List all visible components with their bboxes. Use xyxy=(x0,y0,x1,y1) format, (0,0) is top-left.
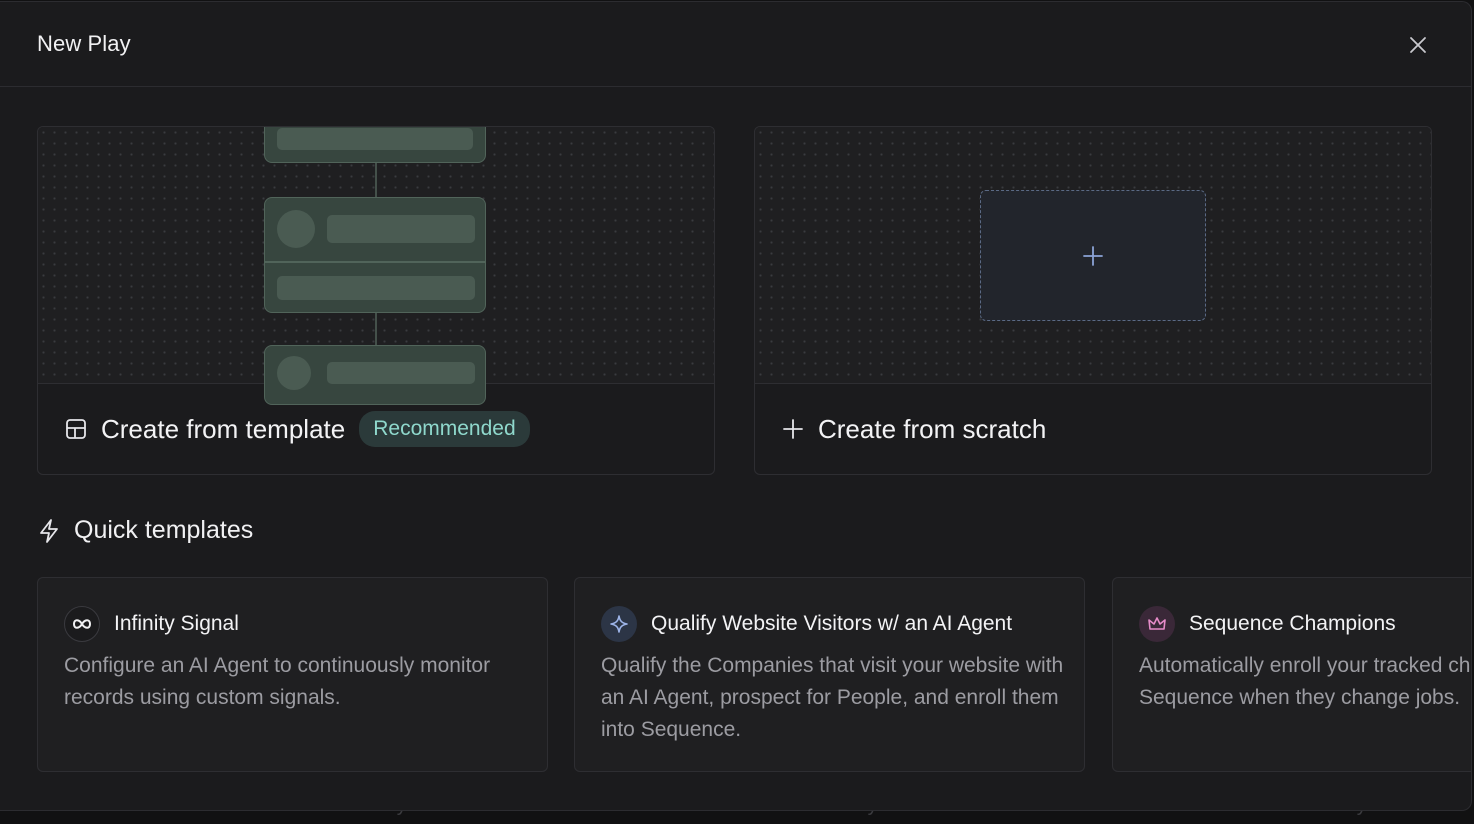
new-play-modal: New Play Create from template Recommende… xyxy=(0,1,1472,811)
infinity-icon xyxy=(64,606,100,642)
scratch-preview xyxy=(755,127,1431,384)
template-description: Automatically enroll your tracked champi… xyxy=(1139,654,1471,709)
template-card-qualify-visitors[interactable]: Qualify Website Visitors w/ an AI Agent … xyxy=(574,577,1085,772)
template-card-infinity-signal[interactable]: Infinity Signal Configure an AI Agent to… xyxy=(37,577,548,772)
template-description: Qualify the Companies that visit your we… xyxy=(601,654,1064,741)
template-title: Infinity Signal xyxy=(114,612,239,635)
close-icon xyxy=(1410,37,1426,53)
quick-templates-heading: Quick templates xyxy=(38,516,253,545)
scratch-card-footer: Create from scratch xyxy=(755,384,1431,474)
recommended-badge: Recommended xyxy=(359,411,530,447)
create-from-template-card[interactable]: Create from template Recommended xyxy=(37,126,715,475)
sparkle-icon xyxy=(601,606,637,642)
create-from-template-label: Create from template xyxy=(101,413,346,444)
template-description: Configure an AI Agent to continuously mo… xyxy=(64,654,491,709)
create-from-scratch-card[interactable]: Create from scratch xyxy=(754,126,1432,475)
create-from-scratch-label: Create from scratch xyxy=(818,413,1047,444)
empty-canvas-box xyxy=(980,190,1206,321)
modal-title: New Play xyxy=(37,31,131,56)
template-card-footer: Create from template Recommended xyxy=(38,384,714,474)
lightning-icon xyxy=(40,518,58,543)
template-title: Qualify Website Visitors w/ an AI Agent xyxy=(651,612,1013,635)
crown-icon xyxy=(1139,606,1175,642)
template-preview xyxy=(38,127,714,405)
template-title: Sequence Champions xyxy=(1189,612,1396,635)
preview-node-top xyxy=(264,127,486,163)
plus-icon xyxy=(783,419,803,439)
quick-templates-title: Quick templates xyxy=(74,516,254,544)
modal-header: New Play xyxy=(0,2,1471,87)
plus-icon xyxy=(1083,245,1103,266)
connector-line xyxy=(375,311,377,347)
template-card-sequence-champions[interactable]: Sequence Champions Automatically enroll … xyxy=(1112,577,1471,772)
connector-line xyxy=(375,163,377,197)
layout-icon xyxy=(66,419,86,439)
preview-node-main xyxy=(264,197,486,313)
close-button[interactable] xyxy=(1403,30,1433,60)
